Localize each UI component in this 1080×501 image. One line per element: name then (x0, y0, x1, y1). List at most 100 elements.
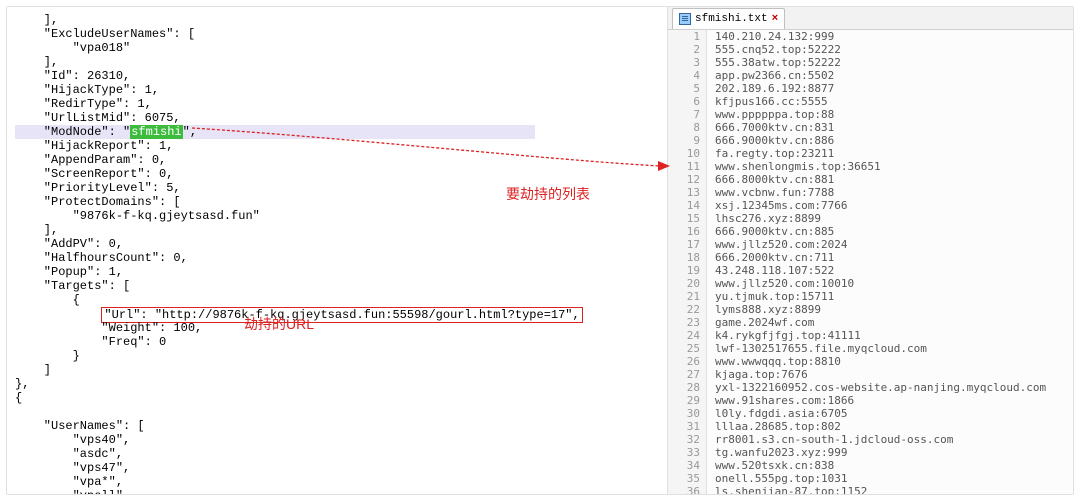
json-line: "ScreenReport": 0, (15, 167, 663, 181)
list-item-text: 140.210.24.132:999 (707, 30, 834, 43)
list-item[interactable]: 21yu.tjmuk.top:15711 (668, 290, 1073, 303)
close-icon[interactable]: × (772, 13, 779, 25)
list-item[interactable]: 15lhsc276.xyz:8899 (668, 212, 1073, 225)
list-item-text: lhsc276.xyz:8899 (707, 212, 821, 225)
list-item[interactable]: 5202.189.6.192:8877 (668, 82, 1073, 95)
list-item-text: www.vcbnw.fun:7788 (707, 186, 834, 199)
json-line: "UserNames": [ (15, 419, 663, 433)
list-item[interactable]: 13www.vcbnw.fun:7788 (668, 186, 1073, 199)
line-number: 20 (668, 277, 707, 290)
list-item[interactable]: 3555.38atw.top:52222 (668, 56, 1073, 69)
line-number: 17 (668, 238, 707, 251)
line-number: 36 (668, 485, 707, 494)
list-item[interactable]: 10fa.regty.top:23211 (668, 147, 1073, 160)
json-line: } (15, 349, 663, 363)
list-item[interactable]: 1140.210.24.132:999 (668, 30, 1073, 43)
line-number: 8 (668, 121, 707, 134)
json-line: "Freq": 0 (15, 335, 663, 349)
line-number: 33 (668, 446, 707, 459)
line-number: 26 (668, 355, 707, 368)
line-number: 9 (668, 134, 707, 147)
line-number: 15 (668, 212, 707, 225)
line-number: 24 (668, 329, 707, 342)
line-number: 28 (668, 381, 707, 394)
json-line: "vps47", (15, 461, 663, 475)
list-item-text: game.2024wf.com (707, 316, 814, 329)
list-item[interactable]: 20www.jllz520.com:10010 (668, 277, 1073, 290)
line-number: 12 (668, 173, 707, 186)
list-item-text: 666.9000ktv.cn:886 (707, 134, 834, 147)
list-item[interactable]: 32rr8001.s3.cn-south-1.jdcloud-oss.com (668, 433, 1073, 446)
list-item[interactable]: 24k4.rykgfjfgj.top:41111 (668, 329, 1073, 342)
list-item[interactable]: 18666.2000ktv.cn:711 (668, 251, 1073, 264)
list-item[interactable]: 27kjaga.top:7676 (668, 368, 1073, 381)
list-item[interactable]: 9666.9000ktv.cn:886 (668, 134, 1073, 147)
list-item-text: www.ppppppa.top:88 (707, 108, 834, 121)
list-item[interactable]: 30l0ly.fdgdi.asia:6705 (668, 407, 1073, 420)
line-number: 31 (668, 420, 707, 433)
list-item[interactable]: 31lllaa.28685.top:802 (668, 420, 1073, 433)
list-item-text: 666.9000ktv.cn:885 (707, 225, 834, 238)
list-item[interactable]: 7www.ppppppa.top:88 (668, 108, 1073, 121)
list-item[interactable]: 22lyms888.xyz:8899 (668, 303, 1073, 316)
file-content[interactable]: 1140.210.24.132:9992555.cnq52.top:522223… (668, 30, 1073, 494)
json-line: "AppendParam": 0, (15, 153, 663, 167)
list-item-text: 555.cnq52.top:52222 (707, 43, 841, 56)
list-item-text: 555.38atw.top:52222 (707, 56, 841, 69)
line-number: 16 (668, 225, 707, 238)
list-item-text: 666.7000ktv.cn:831 (707, 121, 834, 134)
list-item[interactable]: 1943.248.118.107:522 (668, 264, 1073, 277)
json-line: "UrlListMid": 6075, (15, 111, 663, 125)
list-item[interactable]: 16666.9000ktv.cn:885 (668, 225, 1073, 238)
list-item[interactable]: 2555.cnq52.top:52222 (668, 43, 1073, 56)
list-item[interactable]: 23game.2024wf.com (668, 316, 1073, 329)
list-item[interactable]: 8666.7000ktv.cn:831 (668, 121, 1073, 134)
list-item-text: 666.2000ktv.cn:711 (707, 251, 834, 264)
json-line: "AddPV": 0, (15, 237, 663, 251)
json-line (15, 405, 663, 419)
line-number: 29 (668, 394, 707, 407)
list-item[interactable]: 6kfjpus166.cc:5555 (668, 95, 1073, 108)
line-number: 22 (668, 303, 707, 316)
list-item[interactable]: 14xsj.12345ms.com:7766 (668, 199, 1073, 212)
list-item[interactable]: 25lwf-1302517655.file.myqcloud.com (668, 342, 1073, 355)
json-line: "vpa*", (15, 475, 663, 489)
list-item-text: www.jllz520.com:10010 (707, 277, 854, 290)
json-line: "ExcludeUserNames": [ (15, 27, 663, 41)
list-item[interactable]: 36ls.shenjian-87.top:1152 (668, 485, 1073, 494)
list-item[interactable]: 4app.pw2366.cn:5502 (668, 69, 1073, 82)
list-item[interactable]: 29www.91shares.com:1866 (668, 394, 1073, 407)
json-line: "ModNode": "sfmishi", (15, 125, 663, 139)
list-item[interactable]: 34www.520tsxk.cn:838 (668, 459, 1073, 472)
file-view-pane: sfmishi.txt × 1140.210.24.132:9992555.cn… (667, 7, 1073, 494)
list-item-text: l0ly.fdgdi.asia:6705 (707, 407, 847, 420)
line-number: 23 (668, 316, 707, 329)
json-editor-pane[interactable]: ], "ExcludeUserNames": [ "vpa018" ], "Id… (7, 7, 667, 494)
list-item-text: lyms888.xyz:8899 (707, 303, 821, 316)
line-number: 10 (668, 147, 707, 160)
tab-sfmishi[interactable]: sfmishi.txt × (672, 8, 785, 29)
line-number: 27 (668, 368, 707, 381)
json-line: { (15, 293, 663, 307)
arrow-head-icon (658, 161, 670, 171)
json-line: { (15, 391, 663, 405)
list-item-text: fa.regty.top:23211 (707, 147, 834, 160)
list-item[interactable]: 28yxl-1322160952.cos-website.ap-nanjing.… (668, 381, 1073, 394)
list-item[interactable]: 33tg.wanfu2023.xyz:999 (668, 446, 1073, 459)
list-item-text: xsj.12345ms.com:7766 (707, 199, 847, 212)
list-item[interactable]: 35onell.555pg.top:1031 (668, 472, 1073, 485)
line-number: 19 (668, 264, 707, 277)
line-number: 35 (668, 472, 707, 485)
line-number: 2 (668, 43, 707, 56)
line-number: 6 (668, 95, 707, 108)
list-item[interactable]: 11www.shenlongmis.top:36651 (668, 160, 1073, 173)
list-item[interactable]: 26www.wwwqqq.top:8810 (668, 355, 1073, 368)
list-item[interactable]: 17www.jllz520.com:2024 (668, 238, 1073, 251)
json-line: "Url": "http://9876k-f-kq.gjeytsasd.fun:… (15, 307, 663, 321)
list-item[interactable]: 12666.8000ktv.cn:881 (668, 173, 1073, 186)
json-line: "9876k-f-kq.gjeytsasd.fun" (15, 209, 663, 223)
json-line: "HalfhoursCount": 0, (15, 251, 663, 265)
list-item-text: www.wwwqqq.top:8810 (707, 355, 841, 368)
list-item-text: www.520tsxk.cn:838 (707, 459, 834, 472)
line-number: 34 (668, 459, 707, 472)
